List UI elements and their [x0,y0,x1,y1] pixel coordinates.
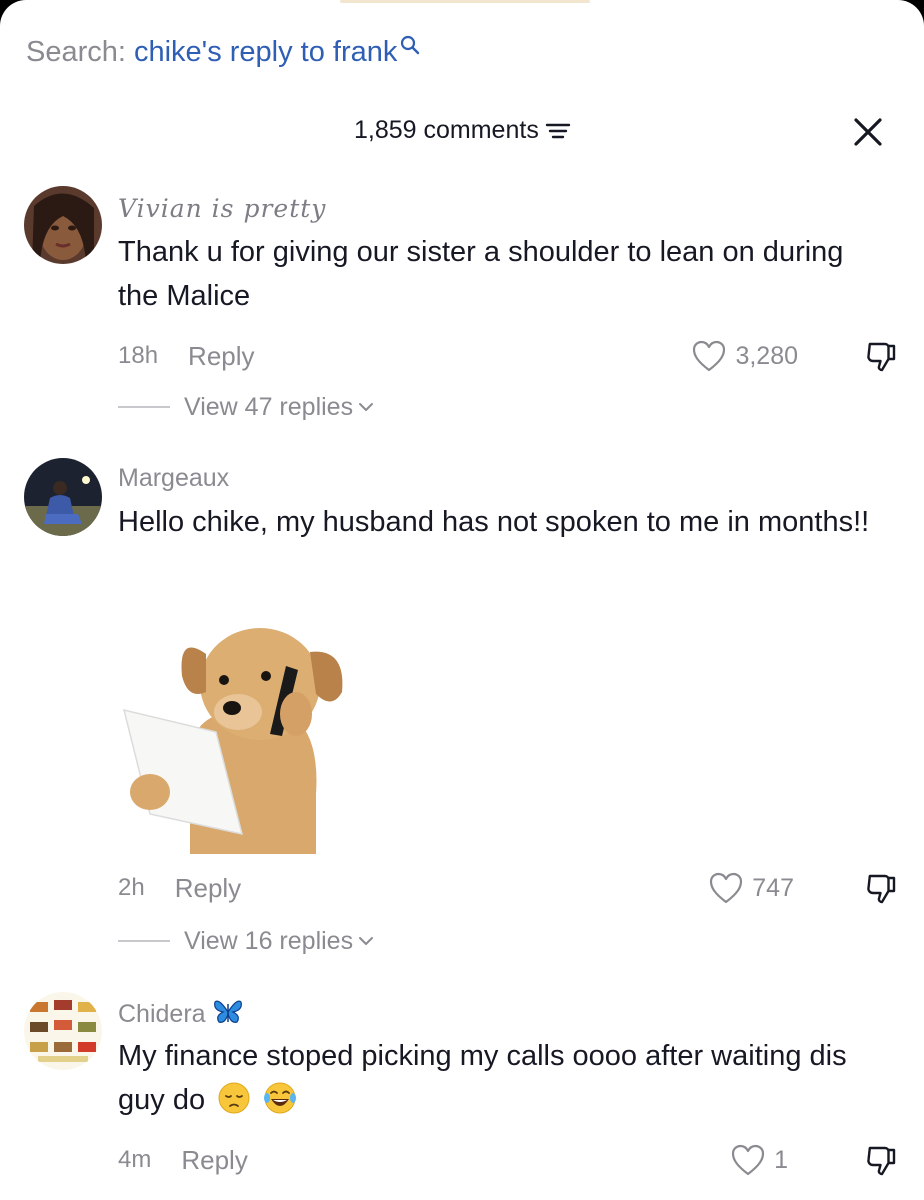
thumbs-down-icon[interactable] [864,340,898,374]
close-icon[interactable] [850,114,886,150]
puppy-on-phone-sticker[interactable] [120,614,350,854]
comment-username[interactable]: Margeaux [118,464,229,493]
view-replies-button[interactable]: View 47 replies [118,392,375,422]
view-replies-label: View 16 replies [184,926,354,955]
like-count: 1 [774,1145,788,1174]
comment-username-text: Chidera [118,1000,206,1028]
sort-filter-icon[interactable] [545,120,571,142]
like-count: 747 [752,873,794,902]
heart-icon[interactable] [691,339,727,373]
comment-time: 4m [118,1146,152,1173]
heart-icon[interactable] [730,1143,766,1177]
comment-item: Chidera My finance stoped picking my cal… [0,992,924,1200]
comment-actions: 2h Reply 747 [118,870,898,906]
comment-count-sort[interactable]: 1,859 comments [354,116,571,145]
avatar[interactable] [24,186,102,264]
reply-button[interactable]: Reply [188,341,254,372]
like-count: 3,280 [735,341,798,370]
heart-icon[interactable] [708,871,744,905]
search-query-link[interactable]: chike's reply to frank [134,36,397,69]
search-suggestion[interactable]: Search: chike's reply to frank [26,32,421,72]
comment-text: Thank u for giving our sister a shoulder… [118,236,844,312]
chevron-down-icon [359,403,374,411]
comment-text: Hello chike, my husband has not spoken t… [118,506,870,538]
reply-button[interactable]: Reply [181,1145,247,1176]
view-replies-button[interactable]: View 16 replies [118,926,375,956]
search-icon[interactable] [399,34,421,56]
pensive-face-emoji [218,1082,250,1114]
thumbs-down-icon[interactable] [864,872,898,906]
comment-actions: 18h Reply 3,280 [118,338,898,374]
view-replies-label: View 47 replies [184,392,354,421]
like-button[interactable]: 747 [708,870,794,906]
comment-time: 18h [118,342,159,369]
comments-header: 1,859 comments [0,110,924,154]
like-button[interactable]: 3,280 [691,338,798,374]
tears-of-joy-emoji [264,1082,297,1114]
thumbs-down-icon[interactable] [864,1144,898,1178]
butterfly-icon [213,1000,242,1023]
avatar[interactable] [24,992,102,1070]
sheet-handle[interactable] [340,0,590,3]
comment-actions: 4m Reply 1 [118,1142,898,1178]
avatar[interactable] [24,458,102,536]
comment-text: My finance stoped picking my calls oooo … [118,1034,878,1122]
reply-button[interactable]: Reply [175,873,241,904]
chevron-down-icon [359,937,374,945]
comment-time: 2h [118,874,145,901]
comment-username[interactable]: Vivian is pretty [118,194,326,223]
comment-item: Vivian is pretty Thank u for giving our … [0,186,924,426]
like-button[interactable]: 1 [730,1142,788,1178]
comment-username[interactable]: Chidera [118,998,243,1029]
comments-sheet: Search: chike's reply to frank 1,859 com… [0,0,924,1200]
divider [118,406,170,408]
search-prefix: Search: [26,35,126,68]
divider [118,940,170,942]
comment-count-label: 1,859 comments [354,116,539,144]
